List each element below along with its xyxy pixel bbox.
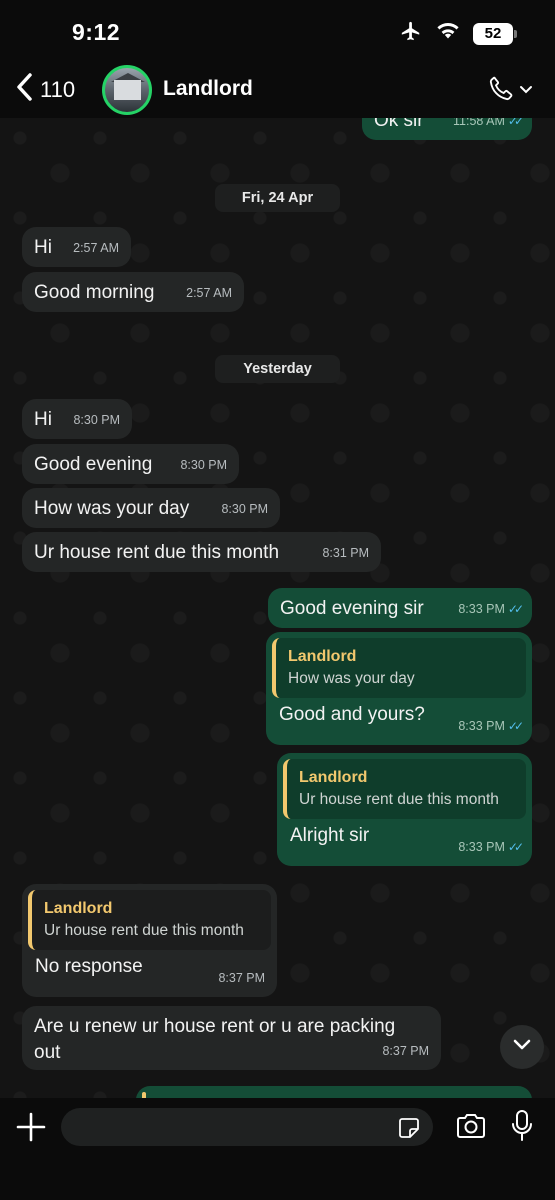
quoted-message[interactable]: Landlord How was your day <box>272 638 526 698</box>
message-bubble-outgoing-reply[interactable]: Landlord How was your day Good and yours… <box>266 632 532 745</box>
contact-name[interactable]: Landlord <box>163 77 253 101</box>
phone-icon <box>487 74 515 107</box>
message-meta: 8:33 PM ✓✓ <box>458 713 524 739</box>
quoted-text: Ur house rent due this month <box>299 791 499 808</box>
status-icons: 52 <box>399 20 517 47</box>
chat-header: 110 Landlord <box>0 62 555 118</box>
message-time: 8:37 PM <box>382 1044 429 1058</box>
read-receipt-icon: ✓✓ <box>507 602 524 616</box>
quoted-sender: Landlord <box>44 900 113 917</box>
message-text: Good morning <box>34 282 155 303</box>
message-meta: 11:58 AM ✓✓ <box>453 118 524 134</box>
message-text: Hi <box>34 237 52 258</box>
message-time: 8:30 PM <box>73 413 120 427</box>
message-bubble-outgoing-reply[interactable]: Landlord Ur house rent due this month Al… <box>277 753 532 866</box>
message-text: Good evening sir <box>280 598 424 619</box>
message-bubble-incoming[interactable]: Good morning 2:57 AM <box>22 272 244 312</box>
sticker-icon[interactable] <box>397 1116 421 1145</box>
quoted-sender: Landlord <box>299 769 368 786</box>
camera-button[interactable] <box>455 1112 487 1145</box>
voice-message-button[interactable] <box>510 1109 534 1148</box>
message-bubble-incoming-reply[interactable]: Landlord Ur house rent due this month No… <box>22 884 277 997</box>
message-input[interactable] <box>61 1108 433 1146</box>
message-time: 2:57 AM <box>186 286 232 300</box>
message-time: 8:31 PM <box>322 546 369 560</box>
camera-icon <box>455 1114 487 1144</box>
chevron-down-icon <box>513 1038 531 1056</box>
unread-count: 110 <box>40 76 76 102</box>
quoted-sender: Landlord <box>288 648 357 665</box>
call-button[interactable] <box>487 74 533 107</box>
composer-bar <box>0 1098 555 1200</box>
read-receipt-icon: ✓✓ <box>507 840 524 854</box>
message-bubble-outgoing[interactable]: Ok sir 11:58 AM ✓✓ <box>362 118 532 140</box>
back-chevron-icon <box>14 72 34 107</box>
mic-icon <box>510 1110 534 1147</box>
message-bubble-incoming[interactable]: Good evening 8:30 PM <box>22 444 239 484</box>
status-time: 9:12 <box>72 19 121 45</box>
message-text: Ok sir <box>374 118 424 131</box>
message-bubble-incoming[interactable]: Hi 8:30 PM <box>22 399 132 439</box>
message-time: 8:30 PM <box>221 502 268 516</box>
message-time: 8:37 PM <box>218 971 265 985</box>
message-meta: 8:33 PM ✓✓ <box>458 834 524 860</box>
date-separator: Yesterday <box>215 355 340 383</box>
message-bubble-incoming[interactable]: How was your day 8:30 PM <box>22 488 280 528</box>
quoted-message[interactable]: Landlord Ur house rent due this month <box>28 890 271 950</box>
attach-button[interactable] <box>14 1110 48 1149</box>
message-time: 2:57 AM <box>73 241 119 255</box>
message-list[interactable]: Ok sir 11:58 AM ✓✓ Fri, 24 Apr Hi 2:57 A… <box>0 118 555 1098</box>
back-button[interactable]: 110 <box>14 72 75 107</box>
message-text: Are u renew ur house rent or u are packi… <box>34 1016 396 1063</box>
chevron-down-icon <box>519 82 533 100</box>
message-bubble-incoming[interactable]: Ur house rent due this month 8:31 PM <box>22 532 381 572</box>
battery-indicator: 52 <box>473 22 517 45</box>
quoted-text: Ur house rent due this month <box>44 922 244 939</box>
quoted-text: How was your day <box>288 670 415 687</box>
status-bar: 9:12 52 <box>0 0 555 62</box>
message-text: Ur house rent due this month <box>34 542 280 563</box>
message-bubble-outgoing-partial[interactable] <box>136 1086 532 1098</box>
message-time: 8:30 PM <box>180 458 227 472</box>
plus-icon <box>14 1112 48 1148</box>
scroll-to-bottom-button[interactable] <box>500 1025 544 1069</box>
message-text: How was your day <box>34 498 190 519</box>
message-bubble-outgoing[interactable]: Good evening sir 8:33 PM ✓✓ <box>268 588 532 628</box>
read-receipt-icon: ✓✓ <box>507 719 524 733</box>
contact-avatar[interactable] <box>102 65 152 115</box>
airplane-icon <box>399 20 423 47</box>
read-receipt-icon: ✓✓ <box>507 118 524 128</box>
message-text: Hi <box>34 409 52 430</box>
message-text: Good evening <box>34 454 153 475</box>
message-bubble-incoming[interactable]: Are u renew ur house rent or u are packi… <box>22 1006 441 1070</box>
message-bubble-incoming[interactable]: Hi 2:57 AM <box>22 227 131 267</box>
message-meta: 8:33 PM ✓✓ <box>458 596 524 622</box>
quoted-message[interactable]: Landlord Ur house rent due this month <box>283 759 526 819</box>
date-separator: Fri, 24 Apr <box>215 184 340 212</box>
wifi-icon <box>435 21 461 46</box>
